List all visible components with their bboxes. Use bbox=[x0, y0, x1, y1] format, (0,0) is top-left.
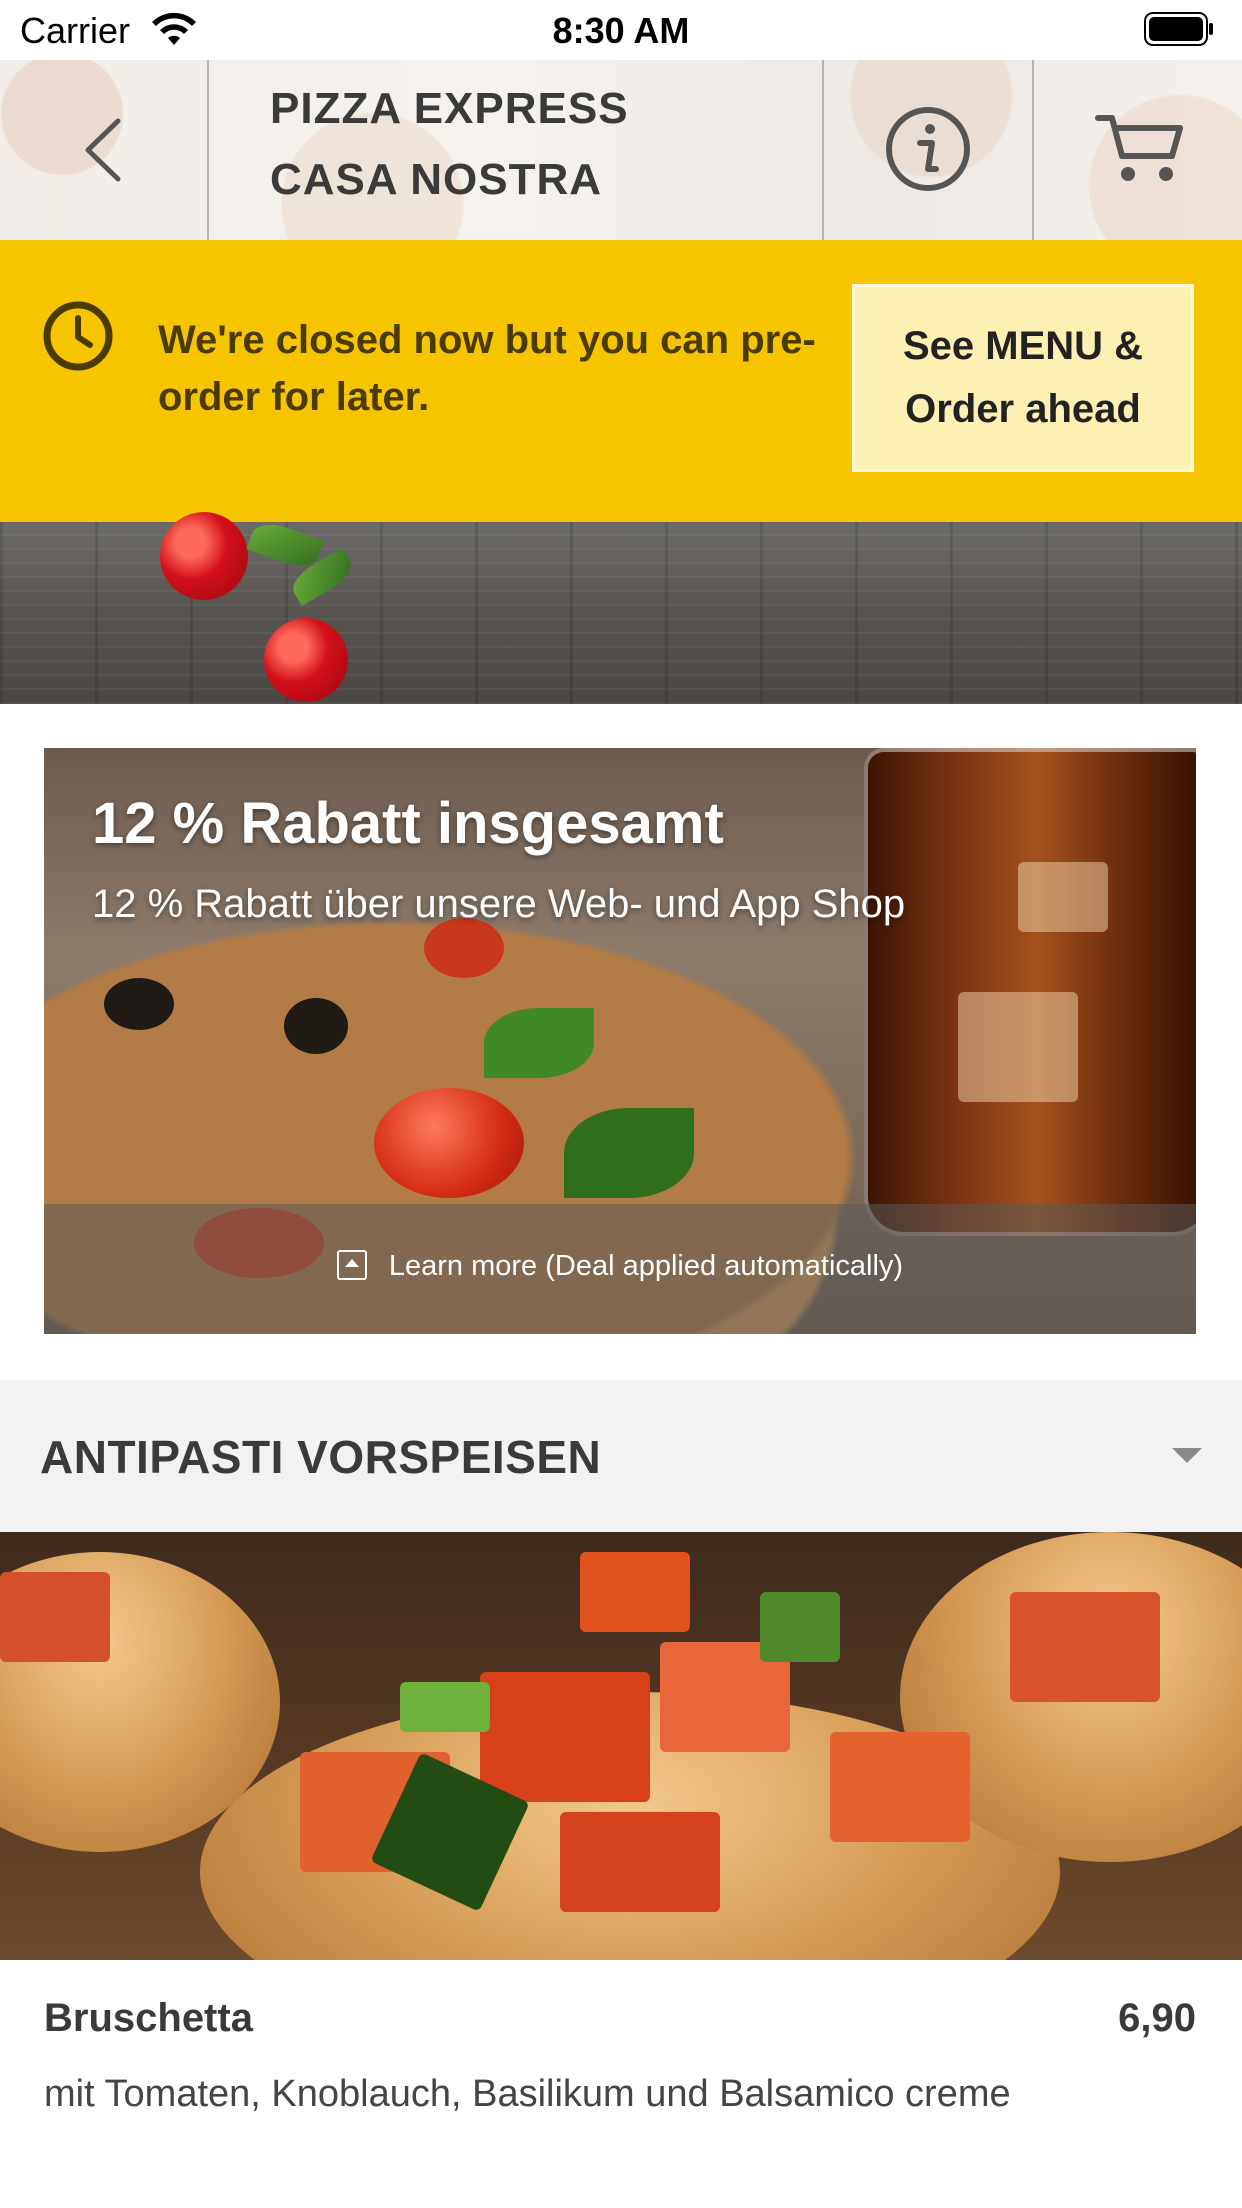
closed-message: We're closed now but you can pre-order f… bbox=[158, 318, 816, 419]
order-ahead-label: See MENU & Order ahead bbox=[902, 324, 1144, 431]
drink-glass-image bbox=[864, 748, 1196, 1236]
header-divider bbox=[207, 60, 209, 240]
bruschetta-image[interactable] bbox=[0, 1532, 1242, 1960]
item-price: 6,90 bbox=[1118, 1996, 1196, 2040]
status-bar: Carrier 8:30 AM bbox=[0, 0, 1242, 60]
info-icon bbox=[886, 107, 970, 191]
closed-banner: We're closed now but you can pre-order f… bbox=[0, 240, 1242, 522]
carrier-label: Carrier bbox=[20, 10, 131, 51]
title-line-1: PIZZA EXPRESS bbox=[270, 84, 629, 133]
learn-more-link[interactable]: Learn more (Deal applied automatically) bbox=[44, 1250, 1196, 1283]
see-menu-order-ahead-button[interactable]: See MENU & Order ahead bbox=[852, 284, 1194, 472]
title-line-2: CASA NOSTRA bbox=[270, 155, 603, 204]
restaurant-header: PIZZA EXPRESS CASA NOSTRA bbox=[0, 60, 1242, 240]
expand-arrow-icon bbox=[336, 1250, 367, 1280]
category-title: ANTIPASTI VORSPEISEN bbox=[40, 1431, 602, 1483]
chevron-down-icon[interactable] bbox=[1172, 1448, 1202, 1463]
back-chevron-icon bbox=[85, 118, 121, 182]
wood-background-image bbox=[0, 512, 1242, 704]
cart-icon bbox=[1095, 115, 1183, 181]
item-name: Bruschetta bbox=[44, 1996, 253, 2040]
tomato-decoration bbox=[160, 512, 248, 600]
cart-button[interactable] bbox=[1034, 60, 1242, 240]
battery-icon bbox=[1144, 12, 1213, 46]
category-header[interactable]: ANTIPASTI VORSPEISEN bbox=[0, 1380, 1242, 1532]
menu-item[interactable]: Bruschetta 6,90 mit Tomaten, Knoblauch, … bbox=[0, 1960, 1242, 2208]
app-screen: Carrier 8:30 AM PIZZA EXPRESS CASA NOSTR… bbox=[0, 0, 1242, 2208]
learn-more-bar[interactable]: Learn more (Deal applied automatically) bbox=[44, 1204, 1196, 1334]
learn-more-label: Learn more (Deal applied automatically) bbox=[388, 1250, 904, 1282]
promo-subtitle: 12 % Rabatt über unsere Web- und App Sho… bbox=[92, 882, 906, 926]
info-button[interactable] bbox=[824, 60, 1032, 240]
tomato-decoration bbox=[264, 618, 348, 702]
wifi-icon bbox=[152, 12, 196, 45]
basil-decoration bbox=[564, 1108, 694, 1198]
restaurant-title: PIZZA EXPRESS CASA NOSTRA bbox=[210, 60, 820, 240]
clock-icon bbox=[43, 301, 113, 371]
olive-decoration bbox=[284, 998, 348, 1054]
tomato-decoration bbox=[424, 918, 504, 978]
back-button[interactable] bbox=[0, 60, 208, 240]
olive-decoration bbox=[104, 978, 174, 1030]
item-description: mit Tomaten, Knoblauch, Basilikum und Ba… bbox=[44, 2073, 1011, 2115]
promo-title: 12 % Rabatt insgesamt bbox=[92, 791, 724, 856]
tomato-decoration bbox=[374, 1088, 524, 1198]
promo-card[interactable]: 12 % Rabatt insgesamt 12 % Rabatt über u… bbox=[44, 748, 1196, 1334]
basil-decoration bbox=[484, 1008, 594, 1078]
